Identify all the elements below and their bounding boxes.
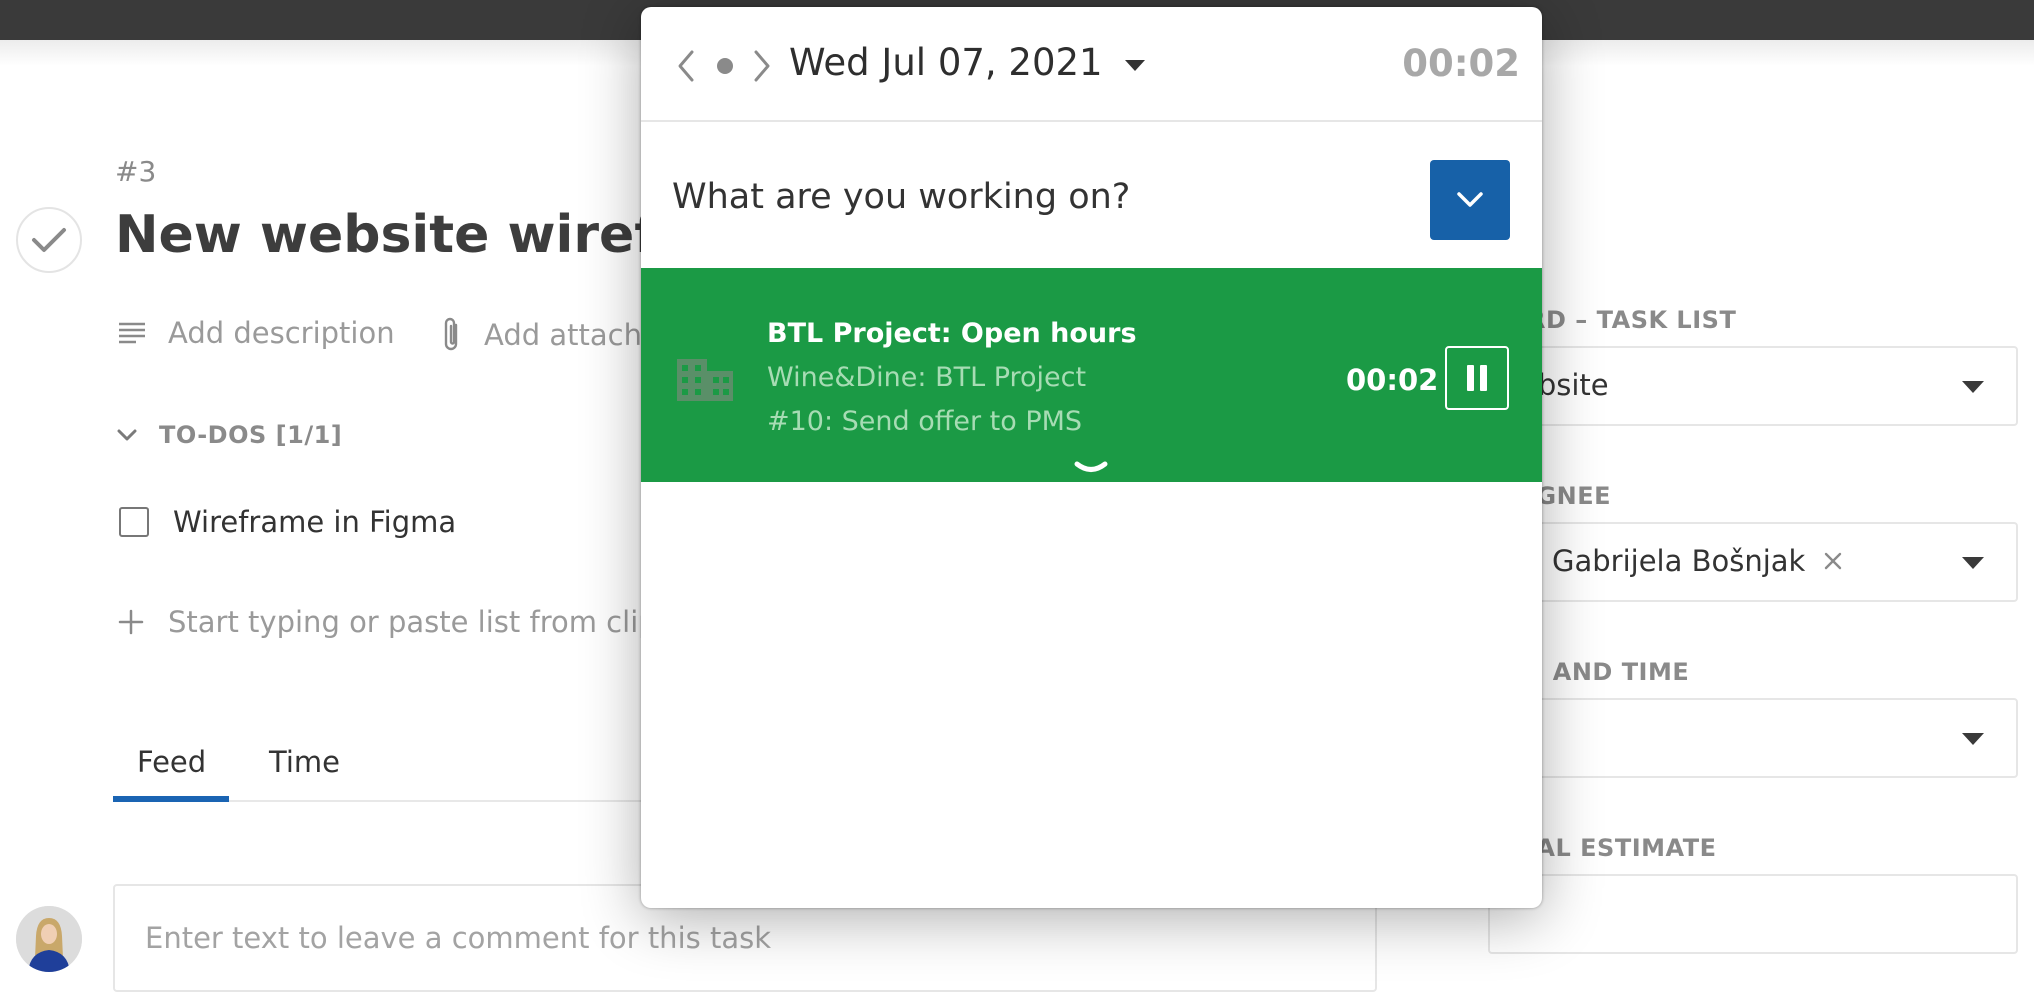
entry-title: BTL Project: Open hours bbox=[767, 318, 1137, 349]
todo-checkbox[interactable] bbox=[119, 507, 149, 537]
time-tracker-popup: Wed Jul 07, 2021 00:02 What are you work… bbox=[641, 7, 1542, 908]
board-label: RD – TASK LIST bbox=[1527, 306, 1737, 334]
plus-icon bbox=[118, 609, 144, 635]
chevron-right-icon[interactable] bbox=[753, 49, 771, 83]
working-on-row: What are you working on? bbox=[641, 122, 1542, 274]
todo-item: Wireframe in Figma bbox=[119, 505, 456, 539]
caret-down-icon bbox=[1962, 557, 1984, 569]
assignee-chip: Gabrijela Bošnjak bbox=[1520, 544, 1843, 578]
todos-header-label: TO-DOS [1/1] bbox=[159, 421, 343, 449]
expand-chevron-icon[interactable] bbox=[1074, 461, 1108, 477]
caret-down-icon bbox=[1124, 60, 1145, 71]
todo-label[interactable]: Wireframe in Figma bbox=[173, 505, 456, 539]
todos-toggle[interactable]: TO-DOS [1/1] bbox=[117, 421, 342, 449]
header-timer: 00:02 bbox=[1402, 42, 1520, 85]
estimate-input[interactable] bbox=[1488, 874, 2018, 954]
estimate-label: IAL ESTIMATE bbox=[1527, 834, 1717, 862]
date-time-label: E AND TIME bbox=[1527, 658, 1690, 686]
entry-task: #10: Send offer to PMS bbox=[767, 406, 1083, 437]
comment-placeholder: Enter text to leave a comment for this t… bbox=[145, 921, 771, 955]
check-icon bbox=[32, 228, 66, 252]
chevron-down-icon bbox=[117, 429, 137, 441]
assignee-name: Gabrijela Bošnjak bbox=[1552, 544, 1806, 578]
tab-feed[interactable]: Feed bbox=[113, 740, 229, 802]
pause-icon-bar bbox=[1480, 365, 1487, 391]
working-on-prompt[interactable]: What are you working on? bbox=[672, 177, 1130, 217]
paperclip-icon bbox=[444, 317, 458, 351]
date-label: Wed Jul 07, 2021 bbox=[789, 41, 1103, 84]
close-icon[interactable] bbox=[1823, 551, 1843, 571]
tab-time[interactable]: Time bbox=[269, 740, 340, 802]
complete-task-button[interactable] bbox=[16, 207, 82, 273]
user-photo bbox=[16, 906, 82, 972]
assignee-select[interactable]: Gabrijela Bošnjak bbox=[1488, 522, 2018, 602]
add-description-button[interactable]: Add description bbox=[118, 316, 395, 350]
add-attachment-button[interactable]: Add attachm bbox=[440, 316, 670, 354]
running-time-entry[interactable]: BTL Project: Open hours Wine&Dine: BTL P… bbox=[641, 268, 1542, 482]
add-todo-placeholder: Start typing or paste list from clipb bbox=[168, 605, 676, 639]
entry-timer: 00:02 bbox=[1346, 363, 1439, 397]
pause-icon bbox=[1467, 365, 1474, 391]
description-icon bbox=[119, 322, 145, 344]
board-select[interactable]: ebsite bbox=[1488, 346, 2018, 426]
dot-icon[interactable] bbox=[716, 57, 734, 75]
avatar bbox=[16, 906, 82, 972]
entry-client-project: Wine&Dine: BTL Project bbox=[767, 362, 1087, 393]
chevron-left-icon[interactable] bbox=[677, 49, 695, 83]
caret-down-icon bbox=[1962, 381, 1984, 393]
caret-down-icon bbox=[1962, 733, 1984, 745]
building-icon bbox=[677, 359, 733, 401]
popup-header: Wed Jul 07, 2021 00:02 bbox=[641, 7, 1542, 122]
task-number: #3 bbox=[115, 155, 157, 188]
date-time-select[interactable] bbox=[1488, 698, 2018, 778]
working-on-dropdown-button[interactable] bbox=[1430, 160, 1510, 240]
date-picker[interactable]: Wed Jul 07, 2021 bbox=[789, 41, 1145, 84]
add-description-label: Add description bbox=[168, 316, 395, 350]
pause-button[interactable] bbox=[1445, 346, 1509, 410]
add-todo-input[interactable]: Start typing or paste list from clipb bbox=[118, 605, 675, 639]
chevron-down-icon bbox=[1457, 192, 1483, 207]
